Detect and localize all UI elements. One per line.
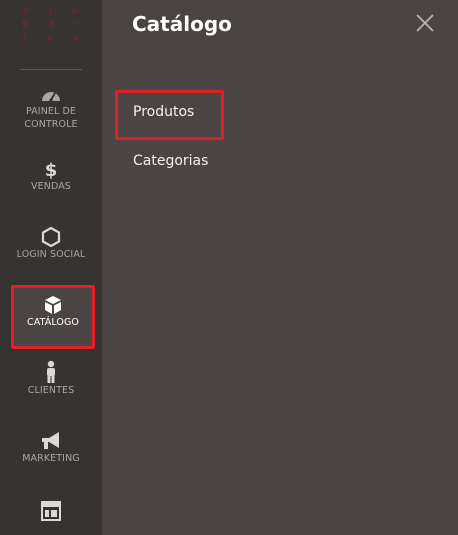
logo-line: N A T [22, 20, 89, 29]
sidebar-item-sales[interactable]: $ VENDAS [0, 158, 102, 208]
dollar-icon: $ [45, 160, 58, 180]
sidebar-item-label: PAINEL DE [25, 106, 77, 117]
layout-icon [41, 501, 61, 521]
sidebar-item-label: VENDAS [31, 181, 71, 192]
sidebar-item-social-login[interactable]: LOGIN SOCIAL [0, 226, 102, 274]
sidebar-item-customers[interactable]: CLIENTES [0, 360, 102, 410]
hexagon-icon [41, 226, 61, 248]
admin-sidebar: S I G N A T I V A PAINEL DE CONTROLE $ V… [0, 0, 102, 535]
sidebar-item-content[interactable] [0, 500, 102, 535]
sidebar-item-marketing[interactable]: MARKETING [0, 430, 102, 476]
megaphone-icon [42, 432, 59, 449]
highlight-frame [11, 285, 95, 349]
highlight-frame [115, 90, 224, 140]
close-icon[interactable] [412, 10, 438, 36]
logo-divider [20, 69, 82, 70]
menu-link-categories[interactable]: Categorias [133, 153, 208, 169]
sidebar-item-label: MARKETING [22, 453, 80, 464]
person-icon [47, 360, 55, 383]
panel-title: Catálogo [132, 12, 232, 36]
sidebar-item-label: LOGIN SOCIAL [16, 249, 86, 260]
dashboard-icon [42, 92, 60, 102]
sidebar-item-label: CONTROLE [24, 119, 78, 130]
logo-line: S I G [23, 6, 88, 15]
logo[interactable]: S I G N A T I V A [0, 4, 102, 56]
svg-text:$: $ [45, 160, 58, 180]
sidebar-item-dashboard[interactable]: PAINEL DE CONTROLE [0, 85, 102, 149]
logo-line: I V A [23, 34, 88, 43]
catalog-panel: Catálogo Produtos Categorias [102, 0, 458, 535]
sidebar-item-label: CLIENTES [27, 385, 75, 396]
